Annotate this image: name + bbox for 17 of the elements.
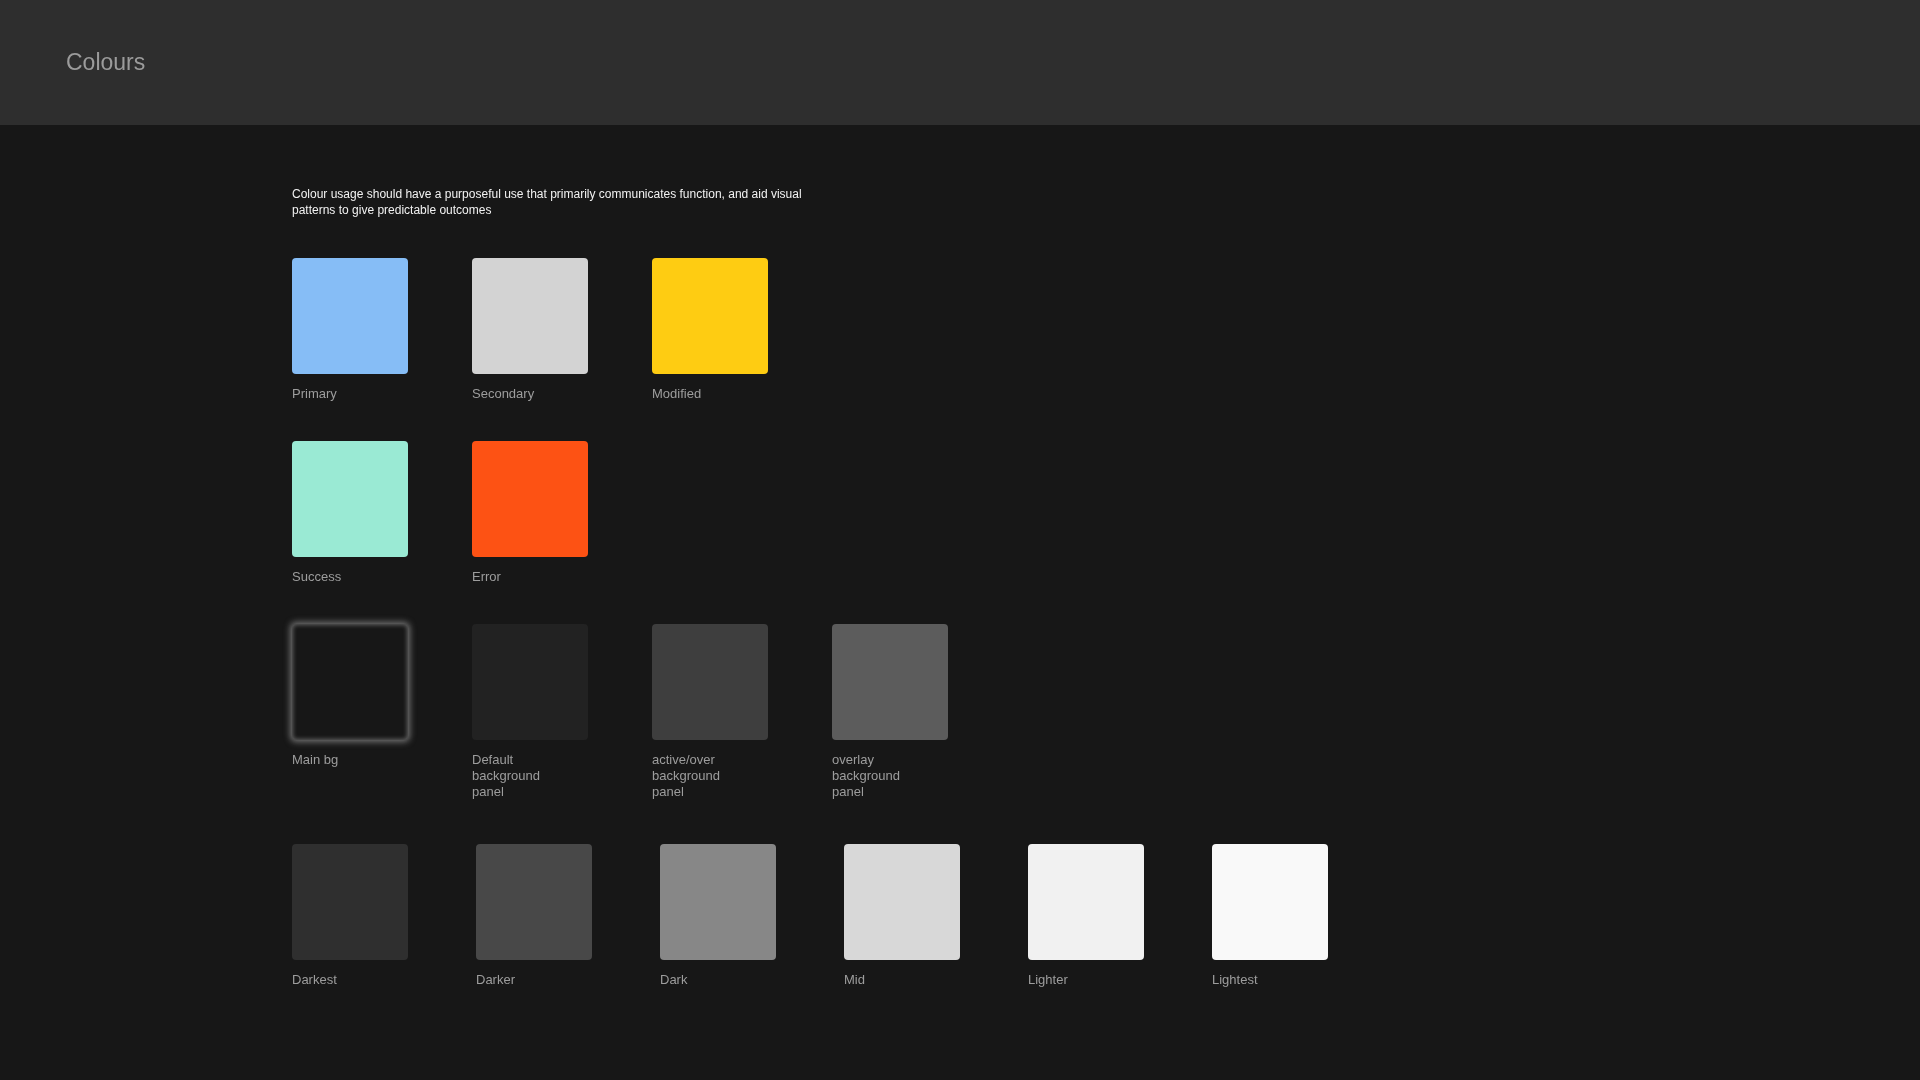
- swatch-label: Primary: [292, 386, 338, 402]
- swatch-label: Lighter: [1028, 972, 1069, 988]
- swatch-label: Darkest: [292, 972, 338, 988]
- swatch-label: overlay background panel: [832, 752, 901, 800]
- swatch-label: Lightest: [1212, 972, 1259, 988]
- description-text: Colour usage should have a purposeful use that primarily communicates function, and aid visual patterns to give predictable outcomes: [292, 186, 803, 218]
- swatch-label: Default background panel: [472, 752, 541, 800]
- swatch-label: Success: [292, 569, 343, 585]
- swatch-label: Secondary: [472, 386, 536, 402]
- page-title: Colours: [66, 49, 146, 76]
- swatch-label: Mid: [844, 972, 866, 988]
- swatch-label: Dark: [660, 972, 689, 988]
- swatch-label: active/over background panel: [652, 752, 721, 800]
- swatch-label: Error: [472, 569, 502, 585]
- swatch-label: Darker: [476, 972, 516, 988]
- swatch-label: Main bg: [292, 752, 340, 768]
- swatch-label: Modified: [652, 386, 703, 402]
